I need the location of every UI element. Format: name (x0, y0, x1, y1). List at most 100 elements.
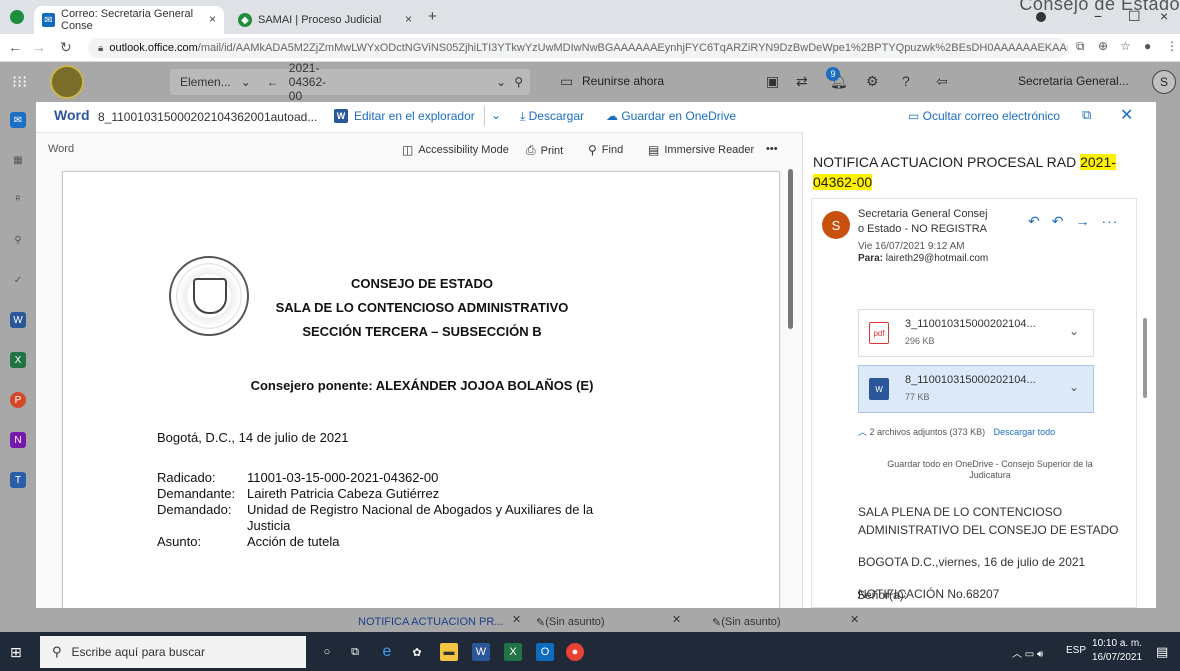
chrome-taskbar-icon[interactable]: ● (566, 643, 584, 661)
attach-icon[interactable]: ⚲ (10, 232, 26, 248)
draft-tab[interactable]: ✎ (Sin asunto) (712, 612, 781, 632)
find-button[interactable]: ⚲ Find (588, 143, 623, 157)
attachment-item[interactable]: W 8_110010315000202104... 77 KB ⌄ (858, 365, 1094, 413)
close-icon[interactable]: ✕ (672, 613, 681, 626)
paint-icon[interactable]: ✿ (408, 643, 426, 661)
tab-label: Correo: Secretaria General Conse (61, 8, 194, 32)
people-icon[interactable]: ᴿ (10, 192, 26, 208)
print-button[interactable]: ⎙ Print (526, 143, 563, 158)
more-options-button[interactable]: ••• (766, 143, 778, 155)
immersive-reader-button[interactable]: ▤ Immersive Reader (648, 143, 754, 157)
maximize-icon[interactable]: ☐ (1128, 8, 1141, 25)
avatar[interactable]: S (1152, 70, 1176, 94)
download-button[interactable]: ⤓ Descargar (520, 109, 584, 124)
task-view-icon[interactable]: ⧉ (346, 643, 364, 661)
meet-now-icon[interactable]: ▭ (560, 73, 573, 90)
onenote-app-icon[interactable]: N (10, 432, 26, 448)
install-icon[interactable]: ⧉ (1076, 39, 1085, 54)
windows-taskbar: ⊞ ⚲ Escribe aquí para buscar ○ ⧉ e ✿ ▬ W… (0, 632, 1180, 671)
more-icon[interactable]: ··· (1101, 213, 1118, 229)
zoom-icon[interactable]: ⊕ (1098, 39, 1108, 53)
close-icon[interactable]: ✕ (512, 613, 521, 626)
download-all-link[interactable]: Descargar todo (994, 427, 1056, 437)
tab-correo[interactable]: ✉ Correo: Secretaria General Conse × (34, 6, 224, 34)
reply-all-icon[interactable]: ↶ (1052, 213, 1076, 229)
outlook-taskbar-icon[interactable]: O (536, 643, 554, 661)
gear-icon[interactable]: ⚙ (866, 73, 879, 90)
accessibility-mode-button[interactable]: ◫ Accessibility Mode (402, 143, 509, 157)
excel-taskbar-icon[interactable]: X (504, 643, 522, 661)
minimize-icon[interactable]: − (1094, 8, 1102, 24)
save-onedrive-button[interactable]: ☁ Guardar en OneDrive (606, 109, 736, 123)
feedback-icon[interactable]: ⇦ (936, 73, 948, 90)
reply-icon[interactable]: ↶ (1028, 213, 1052, 229)
chevron-down-icon[interactable]: ⌄ (241, 75, 251, 89)
word-taskbar-icon[interactable]: W (472, 643, 490, 661)
account-icon[interactable] (1036, 12, 1046, 22)
tab-close-icon[interactable]: × (209, 12, 216, 26)
taskbar-search-input[interactable]: ⚲ Escribe aquí para buscar (40, 636, 306, 668)
teams-icon[interactable]: ▣ (766, 73, 779, 90)
search-input[interactable]: 2021-04362-00 (289, 61, 326, 103)
excel-app-icon[interactable]: X (10, 352, 26, 368)
window-close-icon[interactable]: × (1160, 8, 1168, 24)
viewer-scrollbar[interactable] (788, 169, 793, 329)
forward-arrow-icon[interactable]: → (32, 39, 46, 55)
url-field[interactable]: 🔒︎ outlook.office.com /mail/id/AAMkADA5M… (88, 38, 1068, 58)
mail-icon[interactable]: ✉ (10, 112, 26, 128)
new-tab-button[interactable]: + (428, 8, 437, 25)
calendar-icon[interactable]: ▦ (10, 152, 26, 168)
search-scope[interactable]: Elemen... (180, 75, 231, 89)
edit-in-browser-button[interactable]: W Editar en el explorador (334, 109, 475, 123)
chevron-down-icon[interactable]: ⌄ (1069, 380, 1079, 394)
attachment-size: 296 KB (905, 336, 935, 346)
save-all-onedrive-link[interactable]: Guardar todo en OneDrive - Consejo Super… (872, 459, 1108, 481)
close-icon[interactable]: ✕ (850, 613, 859, 626)
close-icon[interactable]: ✕ (1120, 105, 1133, 125)
todo-icon[interactable]: ⇄ (796, 73, 808, 90)
back-arrow-icon[interactable]: ← (267, 75, 279, 89)
file-explorer-icon[interactable]: ▬ (440, 643, 458, 661)
windows-start-icon[interactable]: ⊞ (10, 644, 22, 661)
meet-now-button[interactable]: Reunirse ahora (582, 74, 664, 88)
tasks-icon[interactable]: ✓ (10, 272, 26, 288)
word-app-icon[interactable]: W (10, 312, 26, 328)
app-launcher-icon[interactable]: ⁝⁝⁝ (12, 72, 27, 92)
notification-center-icon[interactable]: ▤ (1156, 644, 1168, 660)
forward-icon[interactable]: → (1075, 213, 1101, 229)
menu-kebab-icon[interactable]: ⋮ (1166, 39, 1178, 53)
cortana-icon[interactable]: ○ (318, 643, 336, 661)
user-name[interactable]: Secretaria General... (1018, 74, 1129, 88)
back-arrow-icon[interactable]: ← (8, 39, 22, 55)
sender-name[interactable]: Secretaria General Consej o Estado - NO … (858, 207, 988, 237)
popout-icon[interactable]: ⧉ (1082, 107, 1091, 123)
draft-tab[interactable]: ✎ (Sin asunto) (536, 612, 605, 632)
chevron-down-icon[interactable]: ⌄ (496, 75, 506, 89)
edit-in-browser-label: Editar en el explorador (354, 109, 475, 123)
chevron-up-icon[interactable]: ︿ (858, 427, 870, 437)
reading-pane-scrollbar[interactable] (1143, 318, 1147, 398)
system-tray-icons[interactable]: ︿ ▭ 🔊︎ (1012, 645, 1043, 660)
reload-icon[interactable]: ↻ (60, 39, 72, 56)
search-icon[interactable]: ⚲ (514, 75, 523, 89)
clock[interactable]: 10:10 a. m. 16/07/2021 (1092, 637, 1142, 665)
edge-icon[interactable]: e (378, 643, 396, 661)
hide-mail-button[interactable]: ▭ Ocultar correo electrónico (908, 109, 1060, 123)
doc-heading-3: SECCIÓN TERCERA – SUBSECCIÓN B (302, 324, 542, 339)
search-box[interactable]: Elemen... ⌄ ← 2021-04362-00 ⌄ ⚲ (170, 61, 530, 103)
tab-close-icon[interactable]: × (405, 12, 412, 26)
teams-app-icon[interactable]: T (10, 472, 26, 488)
tab-samai[interactable]: ◆ SAMAI | Proceso Judicial × (230, 6, 420, 34)
bookmark-star-icon[interactable]: ☆ (1120, 39, 1131, 53)
sender-line: o Estado - NO REGISTRA (858, 223, 987, 235)
language-indicator[interactable]: ESP (1066, 645, 1086, 656)
hide-mail-label: Ocultar correo electrónico (922, 109, 1061, 123)
chevron-down-icon[interactable]: ⌄ (1069, 324, 1079, 338)
powerpoint-app-icon[interactable]: P (10, 392, 26, 408)
chrome-profile-icon[interactable] (10, 10, 24, 24)
attachment-item[interactable]: pdf 3_110010315000202104... 296 KB ⌄ (858, 309, 1094, 357)
chevron-down-icon[interactable]: ⌄ (491, 108, 501, 122)
draft-tab[interactable]: NOTIFICA ACTUACION PR... (358, 612, 503, 632)
profile-icon[interactable]: ● (1144, 39, 1151, 53)
help-icon[interactable]: ? (902, 73, 910, 89)
